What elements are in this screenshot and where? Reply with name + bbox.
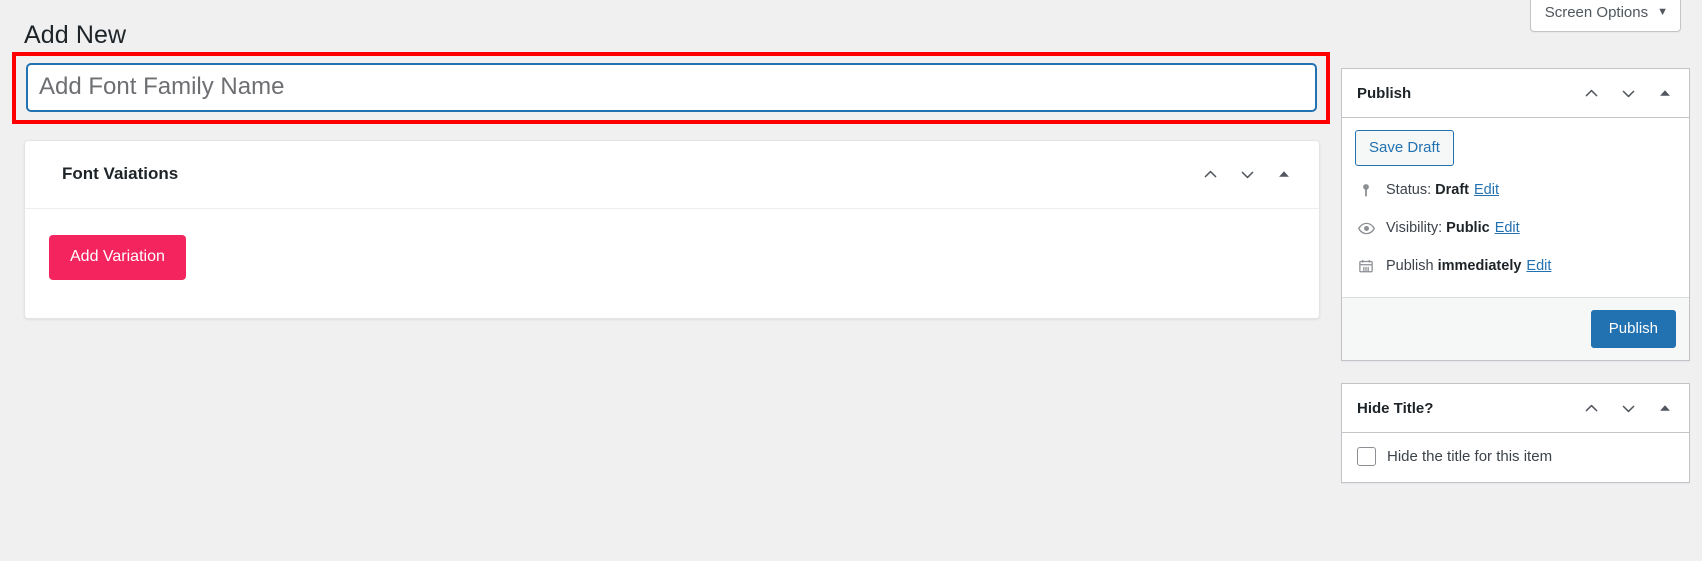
save-draft-button[interactable]: Save Draft (1355, 130, 1454, 166)
publish-minor-actions: Save Draft Status: Draft Edit Visibility… (1342, 118, 1689, 297)
move-down-icon[interactable] (1615, 395, 1641, 421)
font-family-name-input[interactable] (27, 64, 1316, 111)
post-status-row: Status: Draft Edit (1355, 180, 1676, 202)
screen-options-tab[interactable]: Screen Options ▼ (1529, 0, 1681, 32)
page-title: Add New (24, 21, 127, 49)
move-up-icon[interactable] (1578, 395, 1604, 421)
move-up-icon[interactable] (1197, 161, 1223, 187)
eye-icon (1357, 219, 1381, 238)
publish-button[interactable]: Publish (1590, 310, 1676, 349)
schedule-text: Publish immediately (1386, 256, 1521, 278)
font-variations-header: Font Vaiations (25, 141, 1319, 209)
move-up-icon[interactable] (1578, 80, 1604, 106)
schedule-value: immediately (1437, 257, 1522, 274)
visibility-label: Visibility: (1386, 219, 1443, 236)
post-status-text: Status: Draft (1386, 180, 1469, 202)
publish-actions (1578, 80, 1678, 106)
screen-options-label: Screen Options (1544, 4, 1649, 21)
font-variations-body: Add Variation (25, 209, 1319, 318)
add-variation-button[interactable]: Add Variation (49, 235, 186, 280)
move-down-icon[interactable] (1615, 80, 1641, 106)
publish-misc-list: Status: Draft Edit Visibility: Public Ed… (1355, 180, 1676, 291)
visibility-text: Visibility: Public (1386, 218, 1490, 240)
main-content-column: Font Vaiations Add Variation (12, 52, 1330, 319)
toggle-panel-icon[interactable] (1652, 395, 1678, 421)
publish-title: Publish (1357, 84, 1412, 102)
hide-title-panel-title: Hide Title? (1357, 399, 1434, 417)
edit-visibility-link[interactable]: Edit (1495, 218, 1520, 240)
font-variations-actions (1197, 161, 1297, 187)
move-down-icon[interactable] (1234, 161, 1260, 187)
post-status-value: Draft (1435, 182, 1470, 198)
post-status-label: Status: (1386, 182, 1432, 198)
publish-header: Publish (1342, 69, 1689, 118)
hide-title-header: Hide Title? (1342, 384, 1689, 434)
hide-title-checkbox[interactable] (1357, 447, 1376, 467)
edit-schedule-link[interactable]: Edit (1526, 256, 1551, 278)
edit-status-link[interactable]: Edit (1474, 180, 1499, 202)
chevron-down-icon: ▼ (1657, 6, 1668, 19)
hide-title-checkbox-label[interactable]: Hide the title for this item (1387, 448, 1552, 465)
visibility-value: Public (1446, 219, 1490, 236)
font-variations-metabox: Font Vaiations Add Variation (24, 140, 1320, 319)
visibility-row: Visibility: Public Edit (1355, 218, 1676, 240)
hide-title-body: Hide the title for this item (1342, 433, 1689, 482)
admin-page: Screen Options ▼ Add New Font Vaiations (0, 0, 1702, 561)
toggle-panel-icon[interactable] (1271, 161, 1297, 187)
publish-postbox: Publish Save Draft Status: Draft Edit Vi… (1341, 68, 1690, 362)
schedule-row: Publish immediately Edit (1355, 256, 1676, 278)
calendar-icon (1357, 257, 1381, 275)
post-status-icon (1357, 182, 1381, 200)
hide-title-actions (1578, 395, 1678, 421)
schedule-label: Publish (1386, 257, 1434, 274)
hide-title-postbox: Hide Title? Hide the title for this item (1341, 383, 1690, 484)
sidebar-column: Publish Save Draft Status: Draft Edit Vi… (1341, 68, 1690, 505)
font-variations-title: Font Vaiations (62, 164, 179, 183)
toggle-panel-icon[interactable] (1652, 80, 1678, 106)
publish-major-actions: Publish (1342, 297, 1689, 361)
title-field-highlight (12, 52, 1330, 124)
